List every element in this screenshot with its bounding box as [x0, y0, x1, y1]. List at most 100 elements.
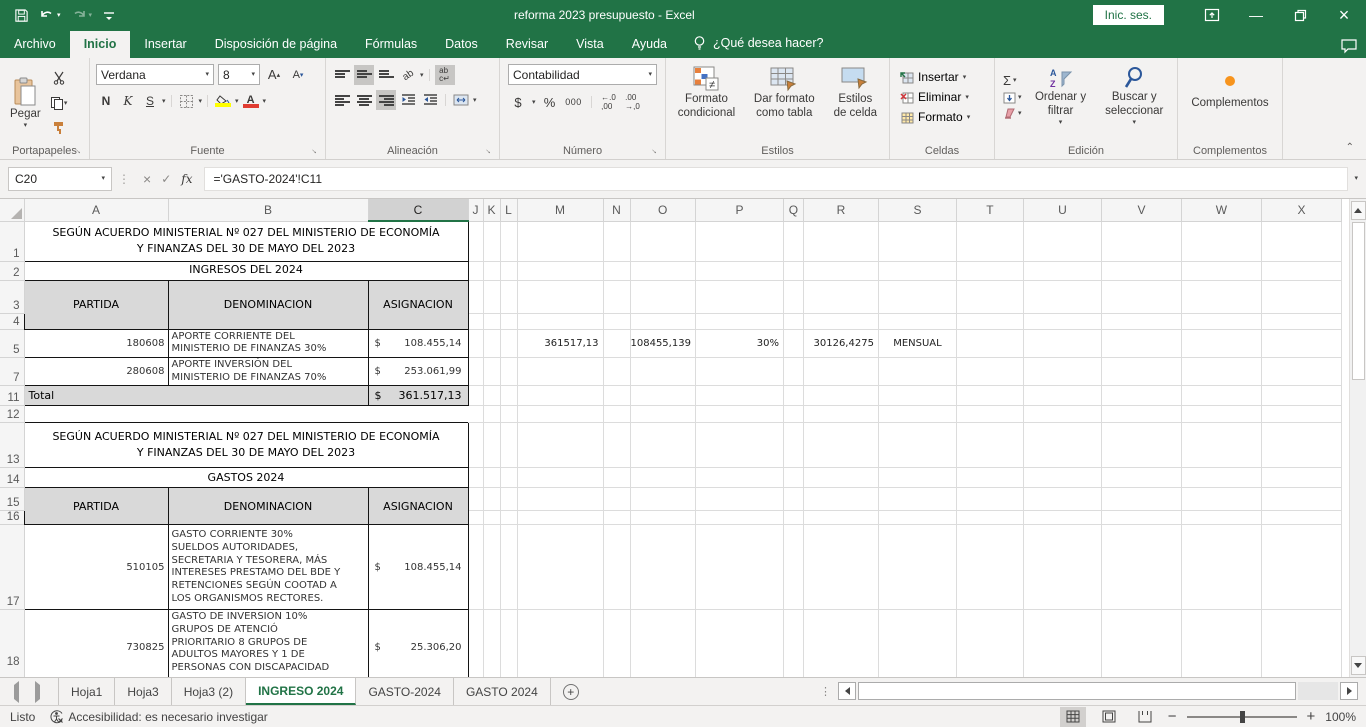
normal-view-icon[interactable]: [1060, 707, 1086, 727]
font-size-combo[interactable]: 8▾: [218, 64, 260, 85]
header-partida-2[interactable]: PARTIDA: [24, 488, 168, 525]
cell-val-730825[interactable]: $25.306,20: [368, 610, 468, 677]
ribbon-display-options-icon[interactable]: [1190, 0, 1234, 30]
merge-center-icon[interactable]: [451, 90, 471, 110]
zoom-level[interactable]: 100%: [1325, 710, 1356, 724]
col-header-S[interactable]: S: [878, 199, 956, 221]
accessibility-status[interactable]: Accesibilidad: es necesario investigar: [49, 709, 267, 724]
col-header-C[interactable]: C: [368, 199, 468, 221]
row-header-18[interactable]: 18: [0, 610, 24, 677]
row-header-4[interactable]: 4: [0, 313, 24, 329]
cell-den-730825[interactable]: GASTO DE INVERSION 10%GRUPOS DE ATENCIÓP…: [168, 610, 368, 677]
decrease-decimal-icon[interactable]: .00→,0: [623, 92, 643, 112]
namebox-splitter[interactable]: ⋮: [118, 172, 131, 186]
col-header-R[interactable]: R: [803, 199, 878, 221]
sheet-tab-hoja3[interactable]: Hoja3: [115, 678, 171, 705]
cell-styles-button[interactable]: Estilos de celda: [826, 62, 885, 125]
percent-style-icon[interactable]: %: [540, 92, 560, 112]
cell-ingresos-title[interactable]: INGRESOS DEL 2024: [24, 261, 468, 280]
tab-revisar[interactable]: Revisar: [492, 31, 562, 58]
select-all-corner[interactable]: [0, 199, 24, 221]
borders-icon[interactable]: [177, 91, 197, 111]
font-color-icon[interactable]: A: [241, 91, 261, 111]
scroll-down-icon[interactable]: [1351, 656, 1366, 675]
row-header-12[interactable]: 12: [0, 406, 24, 423]
conditional-formatting-button[interactable]: ≠ Formato condicional: [670, 62, 743, 125]
increase-font-icon[interactable]: A▴: [264, 65, 284, 85]
increase-decimal-icon[interactable]: ←.0,00: [599, 92, 619, 112]
zoom-slider[interactable]: [1187, 716, 1297, 718]
tab-archivo[interactable]: Archivo: [0, 31, 70, 58]
row-header-3[interactable]: 3: [0, 280, 24, 313]
col-header-M[interactable]: M: [517, 199, 603, 221]
tab-insertar[interactable]: Insertar: [130, 31, 200, 58]
cut-icon[interactable]: [49, 68, 69, 88]
insert-function-icon[interactable]: fx: [181, 172, 192, 186]
underline-button[interactable]: S: [140, 91, 160, 111]
font-name-combo[interactable]: Verdana▾: [96, 64, 214, 85]
number-format-combo[interactable]: Contabilidad▾: [508, 64, 657, 85]
next-sheet-icon[interactable]: [35, 685, 40, 699]
grid-cell[interactable]: [468, 221, 483, 261]
alignment-dialog-launcher[interactable]: →: [485, 146, 495, 156]
col-header-N[interactable]: N: [603, 199, 630, 221]
row-header-11[interactable]: 11: [0, 386, 24, 406]
row-header-17[interactable]: 17: [0, 525, 24, 610]
tab-formulas[interactable]: Fórmulas: [351, 31, 431, 58]
col-header-T[interactable]: T: [956, 199, 1023, 221]
tab-inicio[interactable]: Inicio: [70, 31, 131, 58]
paste-button[interactable]: Pegar ▾: [4, 73, 47, 132]
col-header-W[interactable]: W: [1181, 199, 1261, 221]
cell-partida-510105[interactable]: 510105: [24, 525, 168, 610]
collapse-ribbon-icon[interactable]: ⌃: [1346, 142, 1354, 153]
header-partida[interactable]: PARTIDA: [24, 280, 168, 329]
page-layout-view-icon[interactable]: [1096, 707, 1122, 727]
wrap-text-icon[interactable]: abc↵: [435, 65, 455, 85]
row-header-16[interactable]: 16: [0, 511, 24, 525]
sheet-tab-ingreso-2024[interactable]: INGRESO 2024: [246, 678, 356, 705]
cell-total-label[interactable]: Total: [24, 386, 368, 406]
restore-button[interactable]: [1278, 0, 1322, 30]
row-header-14[interactable]: 14: [0, 468, 24, 488]
align-bottom-icon[interactable]: [376, 65, 396, 85]
insert-cells-button[interactable]: Insertar▾: [900, 70, 984, 84]
tab-splitter-handle[interactable]: ⋮: [820, 685, 830, 698]
horizontal-scroll-thumb[interactable]: [858, 682, 1296, 700]
format-as-table-button[interactable]: Dar formato como tabla: [743, 62, 826, 125]
sort-filter-button[interactable]: AZ Ordenar y filtrar ▾: [1026, 62, 1096, 130]
cell-val-280608[interactable]: $253.061,99: [368, 357, 468, 385]
header-asignacion[interactable]: ASIGNACION: [368, 280, 468, 329]
col-header-P[interactable]: P: [695, 199, 783, 221]
cell-den-180608[interactable]: APORTE CORRIENTE DELMINISTERIO DE FINANZ…: [168, 329, 368, 357]
vertical-scroll-thumb[interactable]: [1352, 222, 1365, 380]
cell-val-510105[interactable]: $108.455,14: [368, 525, 468, 610]
clear-icon[interactable]: ▾: [1003, 108, 1022, 119]
comma-style-icon[interactable]: 000: [564, 92, 584, 112]
cell-total-value[interactable]: $361.517,13: [368, 386, 468, 406]
delete-cells-button[interactable]: Eliminar▾: [900, 90, 984, 104]
close-button[interactable]: ×: [1322, 0, 1366, 30]
hscroll-left-icon[interactable]: [838, 682, 856, 700]
sheet-tab-hoja3-2[interactable]: Hoja3 (2): [172, 678, 246, 705]
header-denominacion[interactable]: DENOMINACION: [168, 280, 368, 329]
sheet-tab-hoja1[interactable]: Hoja1: [58, 678, 115, 705]
cell-title-acuerdo-2[interactable]: SEGÚN ACUERDO MINISTERIAL Nº 027 DEL MIN…: [24, 423, 468, 468]
align-middle-icon[interactable]: [354, 65, 374, 85]
fill-color-icon[interactable]: [213, 91, 233, 111]
empty-row[interactable]: [24, 406, 468, 423]
col-header-K[interactable]: K: [483, 199, 500, 221]
col-header-U[interactable]: U: [1023, 199, 1101, 221]
prev-sheet-icon[interactable]: [14, 685, 19, 699]
align-top-icon[interactable]: [332, 65, 352, 85]
redo-icon[interactable]: ▾: [71, 8, 93, 22]
italic-button[interactable]: K: [118, 91, 138, 111]
new-sheet-button[interactable]: +: [551, 678, 591, 705]
cell-gastos-title[interactable]: GASTOS 2024: [24, 468, 468, 488]
find-select-button[interactable]: Buscar y seleccionar ▾: [1096, 62, 1173, 130]
align-center-icon[interactable]: [354, 90, 374, 110]
minimize-button[interactable]: —: [1234, 0, 1278, 30]
decrease-font-icon[interactable]: A▾: [288, 65, 308, 85]
row-header-2[interactable]: 2: [0, 261, 24, 280]
increase-indent-icon[interactable]: [420, 90, 440, 110]
cancel-entry-icon[interactable]: ×: [143, 171, 151, 187]
